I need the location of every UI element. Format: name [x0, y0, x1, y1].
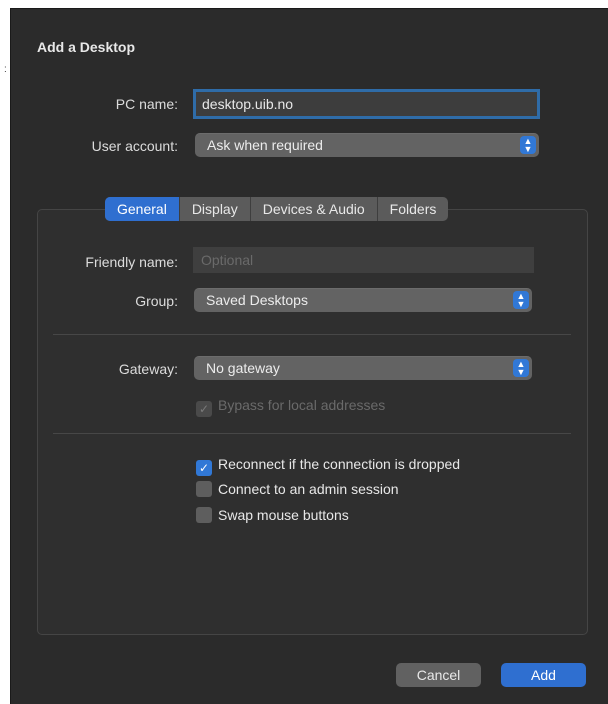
- pc-name-field[interactable]: desktop.uib.no: [193, 89, 540, 119]
- chevron-updown-icon: ▲ ▼: [513, 291, 529, 309]
- swap-mouse-label: Swap mouse buttons: [218, 507, 349, 523]
- friendly-name-field[interactable]: Optional: [193, 247, 534, 273]
- dialog-title: Add a Desktop: [37, 39, 136, 55]
- tab-folders[interactable]: Folders: [378, 197, 449, 221]
- divider: [53, 433, 571, 434]
- reconnect-label: Reconnect if the connection is dropped: [218, 456, 461, 472]
- user-account-select[interactable]: Ask when required ▲ ▼: [195, 133, 539, 157]
- pc-name-value: desktop.uib.no: [202, 96, 294, 112]
- admin-session-checkbox[interactable]: Connect to an admin session: [196, 480, 399, 498]
- gateway-value: No gateway: [206, 360, 280, 376]
- checkmark-icon: ✓: [196, 401, 212, 417]
- divider: [53, 334, 571, 335]
- tab-bar: General Display Devices & Audio Folders: [105, 197, 449, 221]
- chevron-updown-icon: ▲ ▼: [520, 136, 536, 154]
- bypass-checkbox[interactable]: ✓ Bypass for local addresses: [196, 396, 385, 417]
- gateway-select[interactable]: No gateway ▲ ▼: [194, 356, 532, 380]
- pc-name-label: PC name:: [115, 96, 178, 112]
- friendly-name-placeholder: Optional: [201, 252, 254, 268]
- group-label: Group:: [135, 293, 178, 309]
- admin-session-label: Connect to an admin session: [218, 481, 399, 497]
- tab-general[interactable]: General: [105, 197, 180, 221]
- edge-marker: :: [4, 64, 7, 75]
- user-account-label: User account:: [91, 138, 178, 154]
- friendly-name-label: Friendly name:: [85, 254, 178, 270]
- cancel-button[interactable]: Cancel: [396, 663, 481, 687]
- tab-devices-audio[interactable]: Devices & Audio: [251, 197, 378, 221]
- add-desktop-dialog: Add a Desktop PC name: desktop.uib.no Us…: [10, 8, 608, 704]
- user-account-value: Ask when required: [207, 137, 323, 153]
- swap-mouse-checkbox[interactable]: Swap mouse buttons: [196, 506, 349, 524]
- group-select[interactable]: Saved Desktops ▲ ▼: [194, 288, 532, 312]
- group-value: Saved Desktops: [206, 292, 308, 308]
- checkbox-empty-icon: [196, 481, 212, 497]
- reconnect-checkbox[interactable]: ✓ Reconnect if the connection is dropped: [196, 455, 460, 476]
- checkbox-empty-icon: [196, 507, 212, 523]
- gateway-label: Gateway:: [118, 361, 178, 377]
- chevron-updown-icon: ▲ ▼: [513, 359, 529, 377]
- checkmark-icon: ✓: [196, 460, 212, 476]
- add-button[interactable]: Add: [501, 663, 586, 687]
- tab-display[interactable]: Display: [180, 197, 251, 221]
- bypass-label: Bypass for local addresses: [218, 397, 386, 413]
